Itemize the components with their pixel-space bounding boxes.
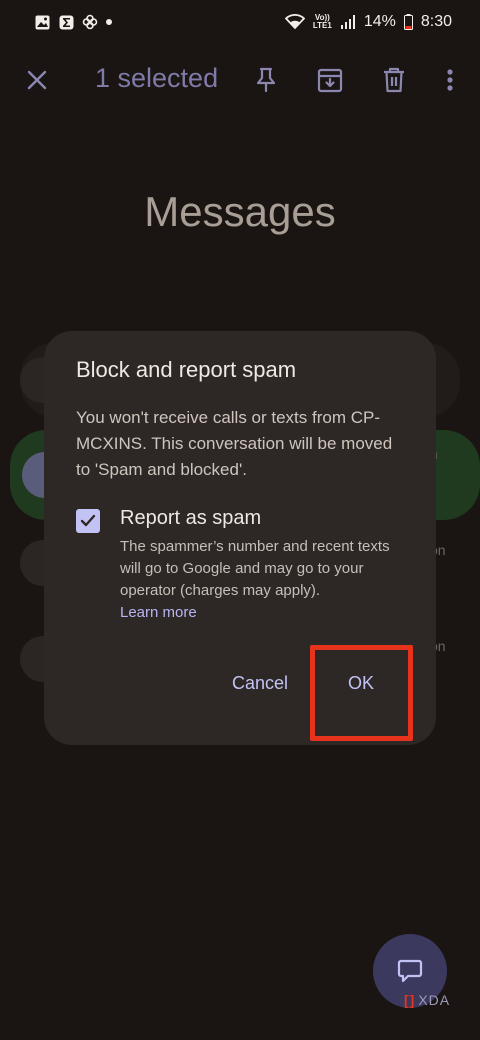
close-icon bbox=[27, 70, 47, 90]
pin-icon bbox=[256, 67, 276, 93]
chat-bubble-icon bbox=[397, 959, 423, 983]
signal-icon bbox=[340, 14, 356, 30]
checkmark-icon bbox=[80, 514, 96, 527]
cancel-button[interactable]: Cancel bbox=[232, 673, 288, 694]
lte-label: LTE1 bbox=[312, 21, 332, 30]
more-options-button[interactable] bbox=[430, 60, 470, 100]
report-spam-label: Report as spam bbox=[120, 507, 262, 529]
dialog-body: You won't receive calls or texts from CP… bbox=[76, 408, 393, 479]
status-bar: Vo)) LTE1 14% 8:30 bbox=[0, 0, 480, 44]
learn-more-link[interactable]: Learn more bbox=[120, 602, 410, 624]
pin-button[interactable] bbox=[246, 60, 286, 100]
watermark-text: XDA bbox=[418, 992, 451, 1008]
wifi-icon bbox=[284, 14, 305, 30]
page-title: Messages bbox=[144, 188, 336, 235]
volte-indicator: Vo)) LTE1 bbox=[313, 14, 332, 30]
report-spam-option[interactable]: Report as spam The spammer’s number and … bbox=[76, 507, 390, 621]
status-right: Vo)) LTE1 14% 8:30 bbox=[284, 13, 452, 31]
more-vert-icon bbox=[447, 69, 453, 91]
status-left bbox=[34, 14, 112, 30]
clock: 8:30 bbox=[420, 13, 452, 30]
archive-icon bbox=[317, 68, 343, 93]
trash-icon bbox=[384, 67, 404, 93]
selection-app-bar: 1 selected bbox=[0, 46, 480, 114]
archive-button[interactable] bbox=[310, 60, 350, 100]
ok-highlight-annotation bbox=[310, 645, 413, 741]
gallery-icon bbox=[34, 14, 50, 30]
notification-dot-icon bbox=[106, 19, 112, 25]
xda-logo-icon: [] bbox=[404, 992, 416, 1008]
delete-button[interactable] bbox=[374, 60, 414, 100]
report-spam-description: The spammer’s number and recent texts wi… bbox=[120, 538, 390, 599]
close-selection-button[interactable] bbox=[17, 60, 57, 100]
sigma-app-icon bbox=[58, 14, 74, 30]
battery-icon bbox=[403, 14, 413, 30]
report-spam-checkbox[interactable] bbox=[76, 509, 100, 533]
report-spam-text: Report as spam The spammer’s number and … bbox=[120, 507, 410, 624]
selected-count-title: 1 selected bbox=[95, 63, 219, 93]
xda-watermark: [] XDA bbox=[404, 992, 450, 1008]
pinwheel-icon bbox=[82, 14, 98, 30]
dialog-title: Block and report spam bbox=[76, 357, 297, 382]
battery-percent: 14% bbox=[363, 13, 396, 30]
